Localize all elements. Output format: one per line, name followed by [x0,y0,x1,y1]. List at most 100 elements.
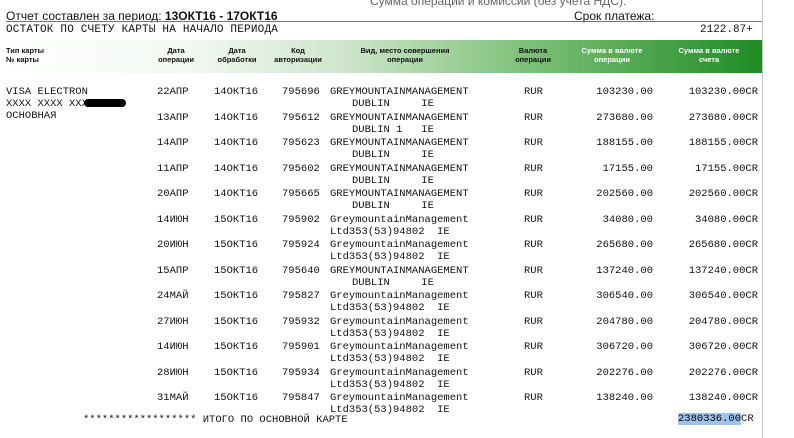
cell-place-line1: GREYMOUNTAINMANAGEMENT [330,264,469,277]
cell-op-date: 14АПР [157,137,189,149]
total-amount: 2380336.00CR [678,413,754,425]
cell-amount-op: 188155.00 [596,137,653,149]
cell-place-line2: Ltd353(53)94802 IE [330,378,450,391]
cell-place-line2: Ltd353(53)94802 IE [330,251,450,263]
col-card-type: Тип карты № карты [6,46,45,64]
cell-currency: RUR [524,86,543,98]
cell-place-line2: DUBLIN IE [352,174,434,187]
cell-currency: RUR [524,264,543,277]
cell-proc-date: 15ОКТ16 [214,315,259,328]
cell-amount-op: 137240.00 [596,264,653,277]
cell-place-line1: GreymountainManagement [330,239,469,251]
cell-amount-acc: 17155.00CR [694,162,758,175]
cell-proc-date: 15ОКТ16 [214,290,259,302]
cell-amount-acc: 103230.00CR [688,86,758,98]
cell-op-date: 14ИЮН [157,213,189,226]
cell-place-line2: Ltd353(53)94802 IE [330,302,450,314]
table-row: 13АПР 14ОКТ16 795612 RUR GREYMOUNTAINMANAGEM… [0,112,762,138]
table-row: 20АПР 14ОКТ16 795665 RUR GREYMOUNTAINMANAGEM… [0,188,762,214]
total-value-selected[interactable]: 2380336.00 [678,413,742,425]
cell-proc-date: 14ОКТ16 [214,162,259,175]
cell-amount-op: 306720.00 [596,341,653,353]
cell-currency: RUR [524,341,543,353]
cell-currency: RUR [524,315,543,328]
cell-proc-date: 15ОКТ16 [214,264,259,277]
cell-auth: 795623 [282,137,320,149]
cell-currency: RUR [524,137,543,149]
cell-currency: RUR [524,290,543,302]
cell-currency: RUR [524,213,543,226]
cell-currency: RUR [524,239,543,251]
opening-balance-value: 2122.87+ [700,24,753,36]
cell-op-date: 15АПР [157,264,189,277]
cell-amount-op: 273680.00 [596,111,653,124]
cell-place-line2: DUBLIN IE [352,149,434,161]
cell-op-date: 24МАЙ [157,290,189,302]
cell-auth: 795640 [282,264,320,277]
table-row: 28ИЮН 15ОКТ16 795934 RUR GreymountainManagem… [0,367,762,393]
table-header: Тип карты № карты Дата операции Дата обрабо… [0,40,762,73]
cell-op-date: 27ИЮН [157,315,189,328]
cell-auth: 795924 [282,239,320,251]
cell-place-line1: GreymountainManagement [330,366,469,379]
col-currency: Валюта операции [515,46,551,64]
total-label: ****************** ИТОГО ПО ОСНОВНОЙ КАР… [83,414,348,426]
cell-auth: 795612 [282,111,320,124]
cell-place-line1: GREYMOUNTAINMANAGEMENT [330,162,469,175]
cell-op-date: 28ИЮН [157,366,189,379]
cell-amount-acc: 202276.00CR [688,366,758,379]
cell-auth: 795696 [282,86,320,98]
cell-amount-op: 17155.00 [602,162,653,175]
cell-place-line2: DUBLIN IE [352,276,434,289]
cell-currency: RUR [524,366,543,379]
cell-place-line2: DUBLIN 1 IE [352,123,434,136]
col-place: Вид, место совершения операции [360,46,450,64]
cell-amount-op: 34080.00 [602,213,653,226]
cell-proc-date: 15ОКТ16 [214,213,259,226]
cell-currency: RUR [524,392,543,404]
cell-op-date: 31МАЙ [157,392,189,404]
cell-auth: 795665 [282,188,320,200]
cell-currency: RUR [524,188,543,200]
cell-place-line1: GREYMOUNTAINMANAGEMENT [330,86,469,98]
cell-place-line1: GreymountainManagement [330,341,469,353]
cell-proc-date: 14ОКТ16 [214,86,259,98]
cell-amount-acc: 273680.00CR [688,111,758,124]
cell-op-date: 11АПР [157,162,189,175]
page-edge-divider [762,0,763,438]
cell-amount-op: 265680.00 [596,239,653,251]
cell-amount-op: 103230.00 [596,86,653,98]
cell-op-date: 13АПР [157,111,189,124]
cell-place-line1: GreymountainManagement [330,290,469,302]
cell-proc-date: 14ОКТ16 [214,111,259,124]
cell-auth: 795901 [282,341,320,353]
cell-proc-date: 15ОКТ16 [214,239,259,251]
cell-place-line1: GREYMOUNTAINMANAGEMENT [330,188,469,200]
cell-currency: RUR [524,162,543,175]
cell-amount-acc: 188155.00CR [688,137,758,149]
table-row: 24МАЙ 15ОКТ16 795827 RUR GreymountainManagem… [0,290,762,316]
opening-balance-label: ОСТАТОК ПО СЧЕТУ КАРТЫ НА НАЧАЛО ПЕРИОДА [6,24,279,36]
col-auth-code: Код авторизации [274,46,322,64]
cell-auth: 795902 [282,213,320,226]
col-amount-op: Сумма в валюте операции [581,46,643,64]
header-rule [6,21,762,22]
cell-proc-date: 15ОКТ16 [214,366,259,379]
cell-place-line2: Ltd353(53)94802 IE [330,225,450,238]
col-amount-acc: Сумма в валюте счета [678,46,740,64]
total-suffix: CR [741,413,754,425]
col-op-date: Дата операции [158,46,194,64]
cell-proc-date: 15ОКТ16 [214,341,259,353]
cell-place-line1: GreymountainManagement [330,392,469,404]
table-row: 11АПР 14ОКТ16 795602 RUR GREYMOUNTAINMANAGEM… [0,163,762,189]
cell-amount-op: 204780.00 [596,315,653,328]
cell-auth: 795932 [282,315,320,328]
cell-amount-acc: 306540.00CR [688,290,758,302]
col-proc-date: Дата обработки [217,46,257,64]
cell-auth: 795602 [282,162,320,175]
cell-proc-date: 14ОКТ16 [214,188,259,200]
cell-place-line1: GREYMOUNTAINMANAGEMENT [330,111,469,124]
cell-proc-date: 14ОКТ16 [214,137,259,149]
cell-op-date: 20ИЮН [157,239,189,251]
cell-auth: 795827 [282,290,320,302]
